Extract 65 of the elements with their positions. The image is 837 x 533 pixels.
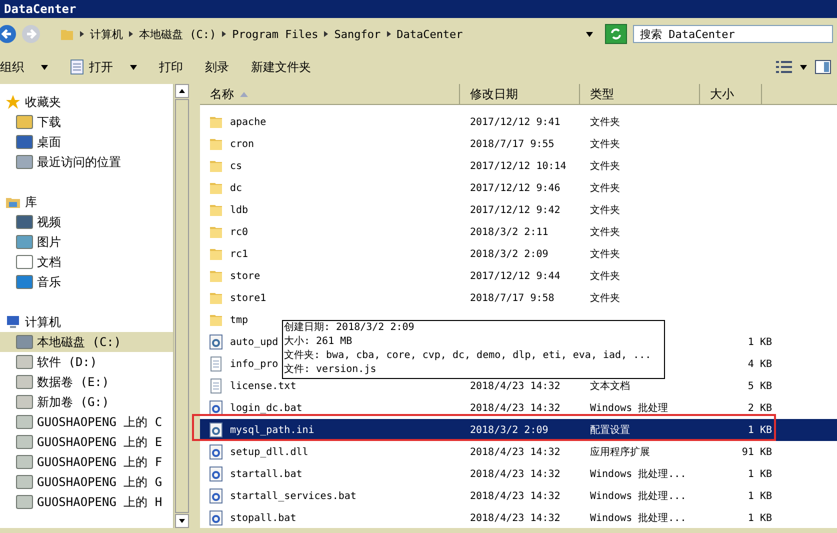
file-type: 文件夹 (590, 116, 620, 129)
file-type: 文件夹 (590, 182, 620, 195)
file-size: 91 KB (742, 446, 772, 458)
modified-date: 2018/7/17 9:55 (470, 138, 554, 150)
file-name: rc1 (230, 248, 248, 260)
file-type: Windows 批处理 (590, 402, 668, 415)
modified-date: 2018/4/23 14:32 (470, 512, 560, 524)
file-type: Windows 批处理... (590, 490, 686, 503)
file-name: tmp (230, 314, 248, 326)
modified-date: 2018/4/23 14:32 (470, 446, 560, 458)
modified-date: 2017/12/12 9:44 (470, 270, 560, 282)
modified-date: 2017/12/12 9:46 (470, 182, 560, 194)
file-type: 文件夹 (590, 204, 620, 217)
file-name: dc (230, 182, 242, 194)
file-size: 2 KB (748, 402, 772, 414)
tooltip-line: 创建日期: 2018/3/2 2:09 (284, 321, 416, 335)
file-name: apache (230, 116, 266, 128)
file-size: 5 KB (748, 380, 772, 392)
file-name: auto_upd (230, 336, 278, 348)
file-name: ldb (230, 204, 248, 216)
file-name: cs (230, 160, 242, 172)
file-size: 1 KB (748, 512, 772, 524)
file-name: store1 (230, 292, 266, 304)
file-type: 文本文档 (590, 380, 630, 393)
modified-date: 2017/12/12 9:42 (470, 204, 560, 216)
file-type: 文件夹 (590, 160, 620, 173)
modified-date: 2018/3/2 2:09 (470, 248, 548, 260)
file-type: 文件夹 (590, 248, 620, 261)
file-type: Windows 批处理... (590, 512, 686, 525)
file-name: rc0 (230, 226, 248, 238)
tooltip-line: 文件夹: bwa, cba, core, cvp, dc, demo, dlp, eti, eva, iad, ... (284, 349, 652, 363)
modified-date: 2018/7/17 9:58 (470, 292, 554, 304)
file-size: 4 KB (748, 358, 772, 370)
file-size: 1 KB (748, 424, 772, 436)
modified-date: 2018/3/2 2:11 (470, 226, 548, 238)
tooltip-line: 大小: 261 MB (284, 335, 354, 349)
file-type: 文件夹 (590, 292, 620, 305)
file-type: 配置设置 (590, 424, 630, 437)
file-name: store (230, 270, 260, 282)
modified-date: 2017/12/12 10:14 (470, 160, 566, 172)
window-title: DataCenter (4, 2, 76, 16)
modified-date: 2018/4/23 14:32 (470, 468, 560, 480)
file-size: 1 KB (748, 336, 772, 348)
modified-date: 2018/4/23 14:32 (470, 380, 560, 392)
file-type: 文件夹 (590, 226, 620, 239)
file-name: mysql_path.ini (230, 424, 314, 436)
file-name: info_pro (230, 358, 278, 370)
file-type: 文件夹 (590, 138, 620, 151)
file-type: 文件夹 (590, 270, 620, 283)
file-size: 1 KB (748, 468, 772, 480)
file-name: setup_dll.dll (230, 446, 308, 458)
modified-date: 2018/3/2 2:09 (470, 424, 548, 436)
modified-date: 2017/12/12 9:41 (470, 116, 560, 128)
file-name: startall_services.bat (230, 490, 356, 502)
modified-date: 2018/4/23 14:32 (470, 402, 560, 414)
file-size: 1 KB (748, 490, 772, 502)
file-name: cron (230, 138, 254, 150)
file-type: 应用程序扩展 (590, 446, 650, 459)
tooltip-line: 文件: version.js (284, 363, 378, 377)
file-name: startall.bat (230, 468, 302, 480)
file-name: login_dc.bat (230, 402, 302, 414)
file-type: Windows 批处理... (590, 468, 686, 481)
modified-date: 2018/4/23 14:32 (470, 490, 560, 502)
file-name: license.txt (230, 380, 296, 392)
file-name: stopall.bat (230, 512, 296, 524)
